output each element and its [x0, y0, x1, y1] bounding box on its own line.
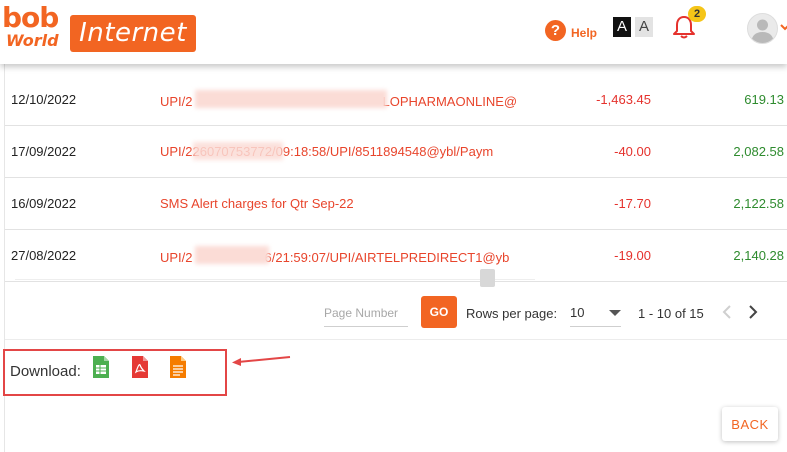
panel-divider — [5, 339, 787, 340]
text-doc-icon[interactable] — [168, 355, 188, 379]
logo-bob-text: bob — [2, 1, 59, 34]
horizontal-scroll-track — [15, 279, 535, 280]
help-icon[interactable]: ? — [545, 20, 566, 41]
redacted-block — [195, 246, 269, 264]
font-size-small-button[interactable]: A — [635, 17, 653, 37]
pdf-icon[interactable] — [130, 355, 150, 379]
redacted-block — [195, 90, 387, 108]
txn-balance: 2,082.58 — [733, 144, 784, 159]
table-row: 16/09/2022 SMS Alert charges for Qtr Sep… — [5, 178, 787, 230]
txn-amount: -40.00 — [614, 144, 651, 159]
page-number-input[interactable] — [324, 300, 408, 327]
top-header: bob World Internet ? Help A A 2 — [0, 0, 787, 64]
go-button[interactable]: GO — [421, 296, 457, 328]
txn-amount: -17.70 — [614, 196, 651, 211]
txn-balance: 619.13 — [744, 92, 784, 107]
txn-date: 17/09/2022 — [11, 144, 77, 159]
txn-amount: -1,463.45 — [596, 92, 651, 107]
txn-date: 12/10/2022 — [11, 92, 77, 107]
horizontal-scrollbar-thumb[interactable] — [480, 269, 495, 287]
txn-balance: 2,140.28 — [733, 248, 784, 263]
notification-count-badge: 2 — [688, 6, 706, 22]
logo-world-text: World — [6, 31, 59, 50]
chevron-left-icon[interactable] — [719, 302, 735, 322]
txn-date: 27/08/2022 — [11, 248, 77, 263]
caret-down-icon — [609, 310, 621, 316]
rows-per-page-select[interactable]: 10 — [570, 300, 621, 327]
redacted-block — [193, 142, 283, 160]
rows-per-page-label: Rows per page: — [466, 306, 558, 321]
txn-date: 16/09/2022 — [11, 196, 77, 211]
rows-per-page-value: 10 — [570, 305, 585, 320]
logo-internet-text: Internet — [70, 15, 196, 52]
back-button[interactable]: BACK — [722, 407, 778, 441]
help-link[interactable]: Help — [571, 26, 597, 40]
txn-balance: 2,122.58 — [733, 196, 784, 211]
chevron-down-icon[interactable] — [780, 22, 787, 32]
table-row: 17/09/2022 UPI/226070753772/09:18:58/UPI… — [5, 126, 787, 178]
font-size-large-button[interactable]: A — [613, 17, 631, 37]
txn-amount: -19.00 — [614, 248, 651, 263]
chevron-right-icon[interactable] — [745, 302, 761, 322]
page-range-text: 1 - 10 of 15 — [638, 306, 704, 321]
annotation-arrow-icon — [232, 356, 291, 366]
download-label: Download: — [10, 363, 81, 380]
table-row: 12/10/2022 UPI/2 LOPHARMAONLINE@ -1,463.4… — [5, 74, 787, 126]
excel-icon[interactable] — [91, 355, 111, 379]
table-row: 27/08/2022 UPI/2 6/21:59:07/UPI/AIRTELPRE… — [5, 230, 787, 282]
txn-description[interactable]: SMS Alert charges for Qtr Sep-22 — [160, 196, 354, 211]
user-avatar-icon[interactable] — [747, 13, 778, 44]
